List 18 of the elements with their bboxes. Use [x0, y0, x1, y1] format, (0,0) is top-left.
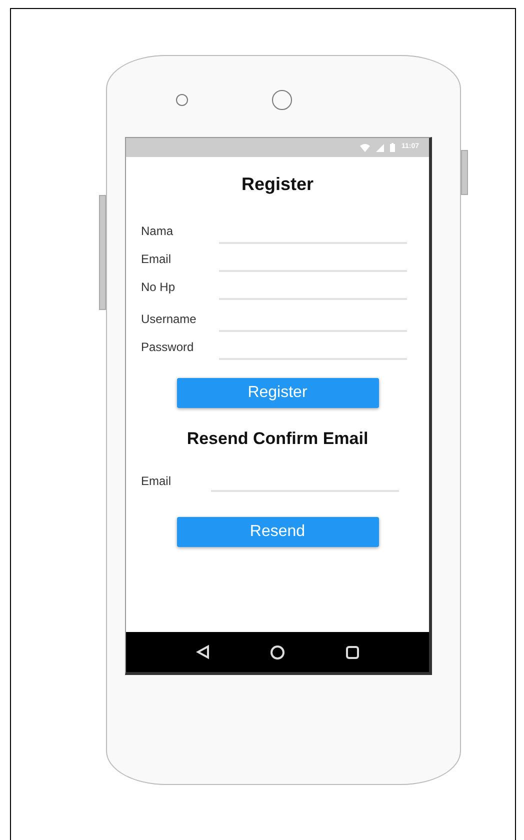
home-icon[interactable]: [270, 644, 286, 660]
field-label: Password: [140, 339, 195, 356]
field-label: Email: [140, 251, 172, 268]
battery-icon: [390, 143, 396, 152]
signal-icon: [376, 144, 384, 152]
form-title: Register: [240, 173, 315, 196]
submit-button[interactable]: Register: [176, 378, 378, 408]
field-label: Nama: [140, 223, 174, 240]
form-title: Resend Confirm Email: [186, 428, 370, 450]
field-label: No Hp: [140, 279, 176, 296]
camera-icon: [176, 94, 188, 106]
field-label: Username: [140, 311, 198, 328]
submit-button[interactable]: Resend: [176, 516, 378, 546]
back-icon[interactable]: [196, 645, 210, 659]
field-label: Email: [140, 472, 172, 490]
wifi-icon: [360, 144, 370, 152]
recents-icon[interactable]: [346, 646, 359, 658]
camera-icon: [272, 90, 292, 110]
